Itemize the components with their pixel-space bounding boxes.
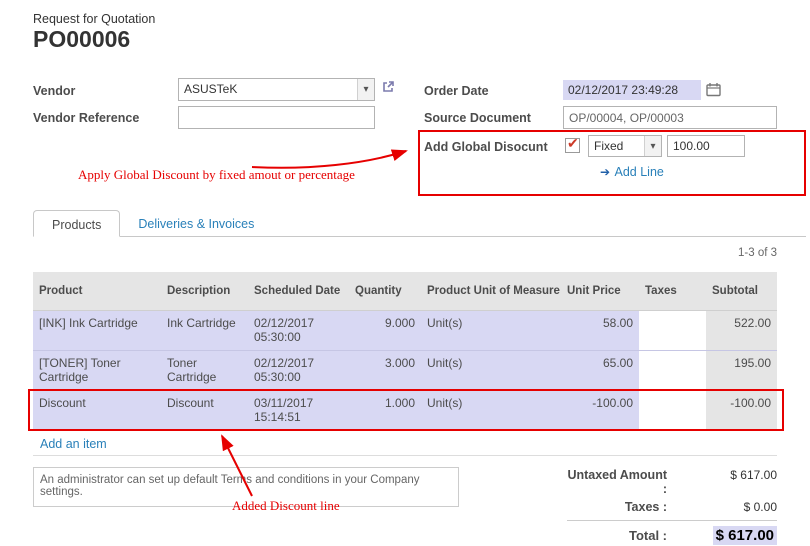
cell-scheduled-date[interactable]: 02/12/2017 05:30:00: [248, 350, 349, 390]
col-header-description: Description: [161, 272, 248, 310]
untaxed-amount-label: Untaxed Amount :: [567, 468, 667, 496]
vendor-label: Vendor: [33, 84, 75, 98]
discount-type-select[interactable]: Fixed ▾: [588, 135, 662, 157]
cell-description[interactable]: Discount: [161, 390, 248, 430]
col-header-quantity: Quantity: [349, 272, 421, 310]
col-header-taxes: Taxes: [639, 272, 706, 310]
cell-scheduled-date[interactable]: 02/12/2017 05:30:00: [248, 310, 349, 350]
totals-divider: [567, 520, 777, 521]
add-item-row: Add an item: [33, 430, 777, 456]
tab-bar: Products Deliveries & Invoices: [33, 210, 272, 237]
cell-quantity[interactable]: 1.000: [349, 390, 421, 430]
cell-uom[interactable]: Unit(s): [421, 310, 561, 350]
order-date-input[interactable]: 02/12/2017 23:49:28: [563, 80, 701, 100]
dropdown-caret-icon: ▾: [357, 79, 374, 100]
calendar-icon[interactable]: [706, 82, 721, 102]
cell-scheduled-date[interactable]: 03/11/2017 15:14:51: [248, 390, 349, 430]
vendor-value: ASUSTeK: [179, 79, 357, 100]
col-header-scheduled-date: Scheduled Date: [248, 272, 349, 310]
cell-product[interactable]: [INK] Ink Cartridge: [33, 310, 161, 350]
taxes-row: Taxes : $ 0.00: [567, 500, 777, 514]
cell-unit-price[interactable]: 65.00: [561, 350, 639, 390]
cell-quantity[interactable]: 3.000: [349, 350, 421, 390]
cell-unit-price[interactable]: -100.00: [561, 390, 639, 430]
totals-panel: Untaxed Amount : $ 617.00 Taxes : $ 0.00…: [567, 468, 777, 546]
checkmark-icon: ✔: [567, 135, 579, 152]
cell-uom[interactable]: Unit(s): [421, 390, 561, 430]
total-row: Total : $ 617.00: [567, 527, 777, 544]
table-row[interactable]: [INK] Ink Cartridge Ink Cartridge 02/12/…: [33, 310, 777, 350]
pager: 1-3 of 3: [738, 247, 777, 259]
external-link-icon[interactable]: [381, 80, 395, 99]
taxes-label: Taxes :: [567, 500, 667, 514]
add-an-item-link[interactable]: Add an item: [40, 437, 107, 451]
discount-amount-input[interactable]: [667, 135, 745, 157]
cell-uom[interactable]: Unit(s): [421, 350, 561, 390]
page-title: PO00006: [33, 26, 130, 53]
cell-taxes[interactable]: [639, 390, 706, 430]
annotation-discount-line-note: Added Discount line: [232, 498, 340, 514]
discount-type-value: Fixed: [589, 136, 644, 156]
cell-description[interactable]: Toner Cartridge: [161, 350, 248, 390]
vendor-reference-label: Vendor Reference: [33, 111, 139, 125]
annotation-global-discount-note: Apply Global Discount by fixed amout or …: [78, 167, 355, 183]
col-header-product: Product: [33, 272, 161, 310]
global-discount-checkbox[interactable]: ✔: [565, 138, 580, 153]
order-lines-table: Product Description Scheduled Date Quant…: [33, 272, 777, 431]
dropdown-caret-icon: ▾: [644, 136, 661, 156]
untaxed-amount-row: Untaxed Amount : $ 617.00: [567, 468, 777, 496]
cell-product[interactable]: Discount: [33, 390, 161, 430]
cell-taxes[interactable]: [639, 310, 706, 350]
col-header-unit-price: Unit Price: [561, 272, 639, 310]
cell-taxes[interactable]: [639, 350, 706, 390]
rfq-form-page: Request for Quotation PO00006 Vendor ASU…: [0, 0, 810, 546]
table-header-row: Product Description Scheduled Date Quant…: [33, 272, 777, 310]
add-line-arrow-icon: ➔: [600, 165, 610, 179]
source-document-input[interactable]: OP/00004, OP/00003: [563, 106, 777, 129]
vendor-reference-input[interactable]: [178, 106, 375, 129]
global-discount-label: Add Global Disocunt: [424, 140, 548, 154]
table-row[interactable]: [TONER] Toner Cartridge Toner Cartridge …: [33, 350, 777, 390]
cell-quantity[interactable]: 9.000: [349, 310, 421, 350]
cell-description[interactable]: Ink Cartridge: [161, 310, 248, 350]
source-document-label: Source Document: [424, 111, 531, 125]
total-label: Total :: [567, 528, 667, 543]
cell-subtotal: 522.00: [706, 310, 777, 350]
cell-product[interactable]: [TONER] Toner Cartridge: [33, 350, 161, 390]
annotation-arrow-to-global-discount: [252, 151, 406, 168]
doc-type-label: Request for Quotation: [33, 12, 155, 26]
col-header-uom: Product Unit of Measure: [421, 272, 561, 310]
cell-subtotal: -100.00: [706, 390, 777, 430]
untaxed-amount-value: $ 617.00: [667, 468, 777, 482]
taxes-value: $ 0.00: [667, 500, 777, 514]
cell-subtotal: 195.00: [706, 350, 777, 390]
tab-deliveries-invoices[interactable]: Deliveries & Invoices: [120, 210, 272, 237]
total-value: $ 617.00: [713, 526, 777, 545]
cell-unit-price[interactable]: 58.00: [561, 310, 639, 350]
order-date-label: Order Date: [424, 84, 489, 98]
table-row-discount[interactable]: Discount Discount 03/11/2017 15:14:51 1.…: [33, 390, 777, 430]
col-header-subtotal: Subtotal: [706, 272, 777, 310]
vendor-select[interactable]: ASUSTeK ▾: [178, 78, 375, 101]
tab-products[interactable]: Products: [33, 210, 120, 237]
add-line-link[interactable]: ➔ Add Line: [600, 163, 664, 181]
